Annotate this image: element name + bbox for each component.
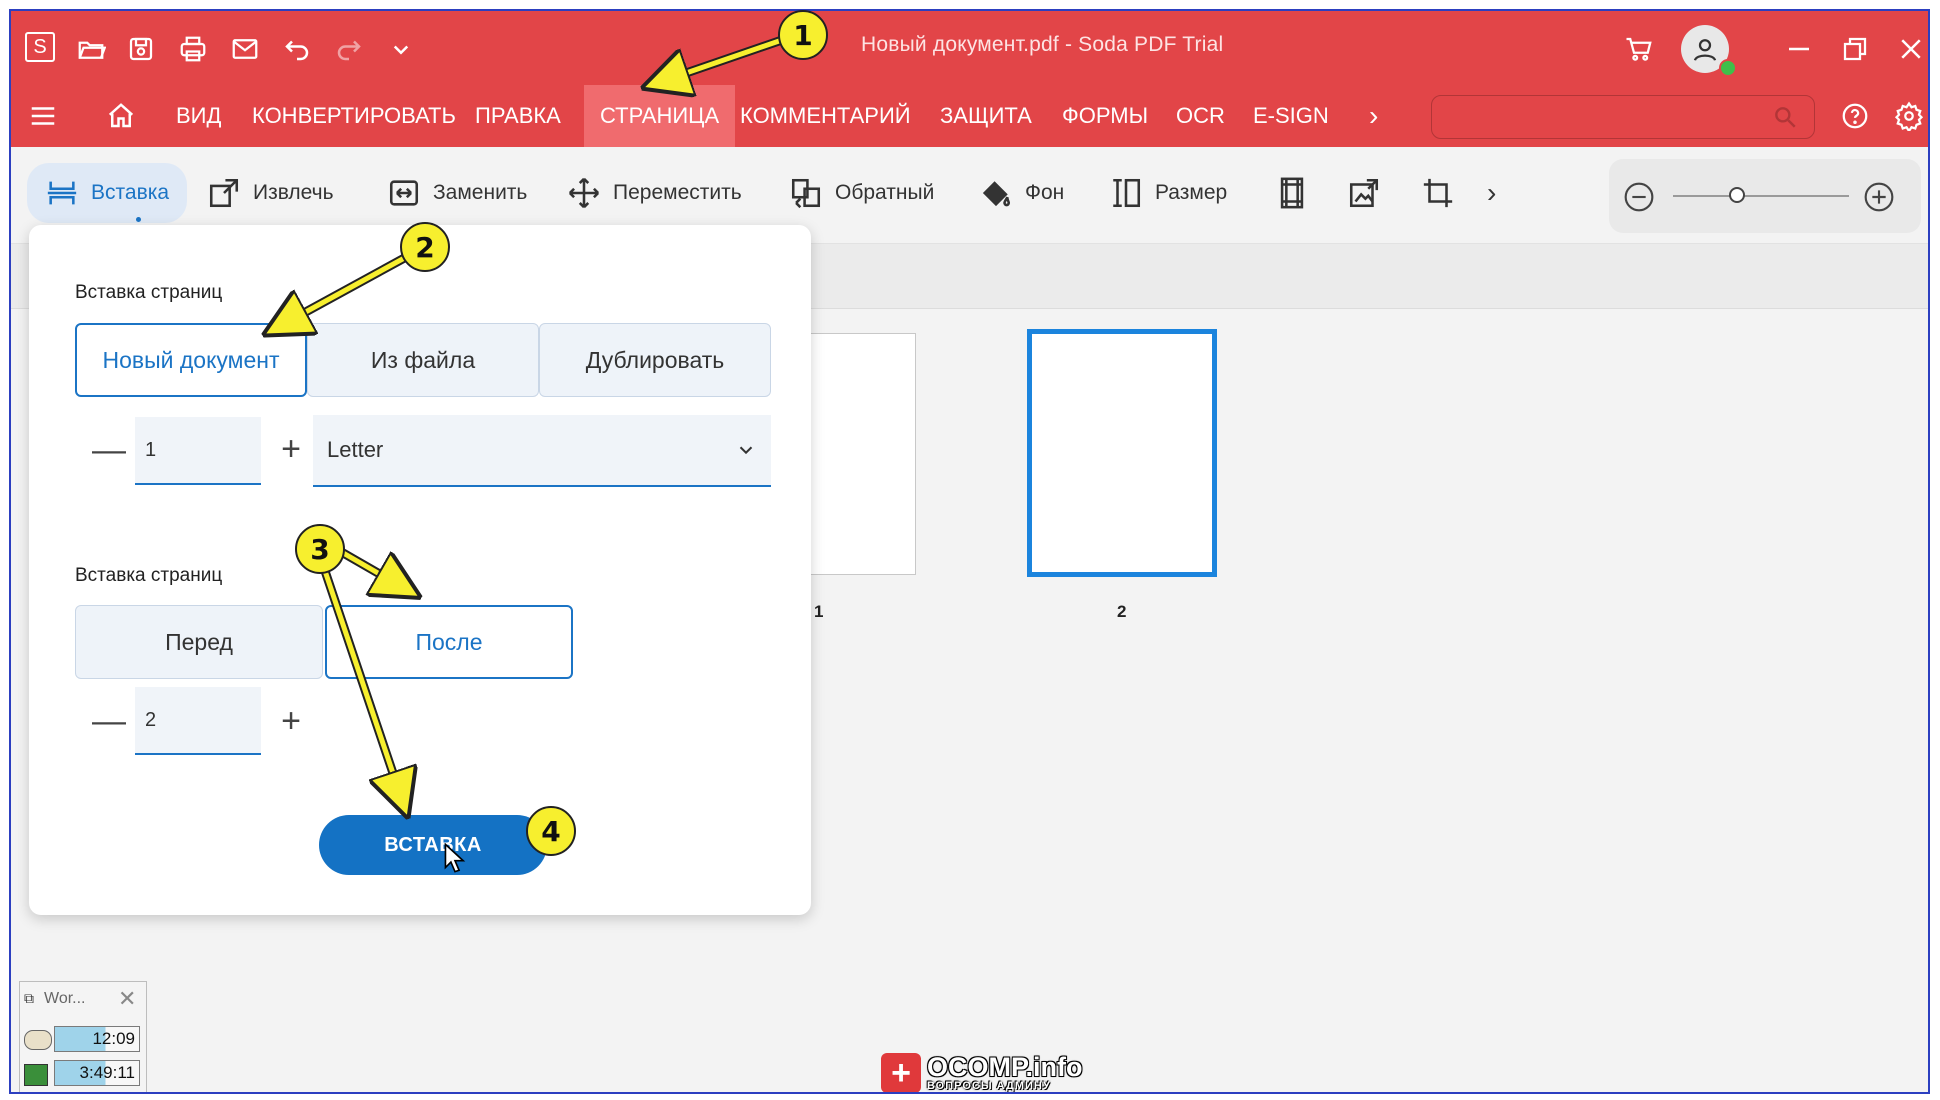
menu-comment[interactable]: КОММЕНТАРИЙ (740, 85, 911, 147)
widget-app-icon: ⧉ (24, 990, 34, 1006)
mouse-cursor-icon (444, 843, 466, 873)
insert-pages-panel: Вставка страниц Новый документ Из файла … (29, 225, 811, 915)
minimize-icon[interactable] (1781, 31, 1817, 67)
mail-icon[interactable] (227, 31, 263, 67)
redo-icon[interactable] (331, 31, 367, 67)
target-page-plus-button[interactable]: + (271, 701, 311, 741)
watermark-logo: + OCOMP.info ВОПРОСЫ АДМИНУ (881, 1051, 1083, 1092)
home-icon[interactable] (103, 98, 139, 134)
menu-view[interactable]: ВИД (176, 85, 221, 147)
image-export-icon (1349, 178, 1379, 208)
page-count-plus-button[interactable]: + (271, 429, 311, 469)
zoom-control (1609, 159, 1921, 233)
annotation-badge-1: 1 (778, 10, 828, 60)
title-bar: S Новый документ.pdf - Soda PDF Trial (11, 11, 1928, 85)
menu-protect[interactable]: ЗАЩИТА (940, 85, 1032, 147)
crop-button[interactable] (1421, 163, 1455, 223)
annotation-badge-2: 2 (400, 222, 450, 272)
annotation-badge-3: 3 (295, 524, 345, 574)
insert-button[interactable]: Вставка (27, 163, 188, 223)
window-title: Новый документ.pdf - Soda PDF Trial (861, 33, 1224, 56)
extract-icon (209, 178, 239, 208)
restore-icon[interactable] (1837, 31, 1873, 67)
widget-close-icon[interactable]: ✕ (118, 986, 136, 1012)
insert-pages-icon (47, 181, 77, 205)
search-input[interactable] (1431, 95, 1815, 139)
reverse-button[interactable]: Обратный (789, 163, 934, 223)
chevron-down-icon[interactable] (383, 31, 419, 67)
move-icon (568, 177, 600, 209)
menu-bar: ВИД КОНВЕРТИРОВАТЬ ПРАВКА СТРАНИЦА КОММЕ… (11, 85, 1928, 147)
page-frame-icon (1280, 177, 1304, 209)
background-button[interactable]: Фон (979, 163, 1064, 223)
menu-edit[interactable]: ПРАВКА (475, 85, 561, 147)
exit-icon (24, 1064, 48, 1086)
cart-icon[interactable] (1621, 31, 1657, 67)
chevron-down-icon (739, 446, 753, 455)
zoom-slider-track[interactable] (1673, 195, 1849, 197)
hamburger-menu-icon[interactable] (25, 98, 61, 134)
menu-ocr[interactable]: OCR (1176, 85, 1225, 147)
zoom-out-icon[interactable] (1623, 181, 1655, 213)
ribbon-more-chevron[interactable]: › (1487, 163, 1496, 223)
annotation-badge-4: 4 (526, 806, 576, 856)
target-page-minus-button[interactable]: — (89, 701, 129, 741)
page-number-2: 2 (1117, 602, 1127, 621)
replace-icon (389, 180, 419, 206)
coffee-icon (24, 1030, 52, 1050)
widget-title: Wor... (44, 990, 86, 1007)
crop-icon (1423, 178, 1453, 208)
reverse-icon (791, 178, 821, 209)
option-new-document[interactable]: Новый документ (75, 323, 307, 397)
page-size-select[interactable]: Letter (313, 415, 771, 487)
menu-more-chevron[interactable]: › (1369, 85, 1378, 147)
save-icon[interactable] (123, 31, 159, 67)
menu-forms[interactable]: ФОРМЫ (1062, 85, 1148, 147)
plus-cross-icon: + (881, 1053, 921, 1092)
insert-position-label: Вставка страниц (75, 565, 223, 586)
size-button[interactable]: Размер (1109, 163, 1227, 223)
option-before[interactable]: Перед (75, 605, 323, 679)
image-export-button[interactable] (1347, 163, 1381, 223)
menu-page[interactable]: СТРАНИЦА (584, 85, 736, 147)
move-button[interactable]: Переместить (567, 163, 742, 223)
insert-source-label: Вставка страниц (75, 282, 223, 303)
option-from-file[interactable]: Из файла (307, 323, 539, 397)
close-icon[interactable] (1893, 31, 1928, 67)
zoom-in-icon[interactable] (1863, 181, 1895, 213)
settings-gear-icon[interactable] (1891, 98, 1927, 134)
option-duplicate[interactable]: Дублировать (539, 323, 771, 397)
page-count-minus-button[interactable]: — (89, 430, 129, 470)
app-logo[interactable]: S (25, 32, 55, 62)
target-page-input[interactable]: 2 (135, 687, 261, 755)
menu-convert[interactable]: КОНВЕРТИРОВАТЬ (252, 85, 456, 147)
page-frame-button[interactable] (1275, 163, 1309, 223)
open-icon[interactable] (73, 31, 109, 67)
page-size-icon (1113, 178, 1141, 208)
search-icon (1775, 107, 1796, 128)
insert-submit-button[interactable]: ВСТАВКА (319, 815, 547, 875)
widget-time-2: 3:49:11 (54, 1060, 140, 1086)
replace-button[interactable]: Заменить (387, 163, 527, 223)
help-icon[interactable] (1837, 98, 1873, 134)
menu-esign[interactable]: E-SIGN (1253, 85, 1329, 147)
page-number-1: 1 (814, 602, 824, 621)
extract-button[interactable]: Извлечь (207, 163, 334, 223)
widget-time-1: 12:09 (54, 1026, 140, 1052)
online-status-icon (1719, 59, 1737, 77)
paint-bucket-icon (982, 181, 1011, 207)
page-count-input[interactable]: 1 (135, 417, 261, 485)
zoom-slider-thumb[interactable] (1729, 187, 1745, 203)
undo-icon[interactable] (279, 31, 315, 67)
active-indicator-dot (136, 217, 141, 222)
print-icon[interactable] (175, 31, 211, 67)
option-after[interactable]: После (325, 605, 573, 679)
page-thumbnail-2[interactable] (1027, 329, 1217, 577)
watermark-text: OCOMP.info (927, 1052, 1083, 1082)
timer-widget: ⧉ Wor... ✕ 12:09 3:49:11 (19, 981, 147, 1092)
